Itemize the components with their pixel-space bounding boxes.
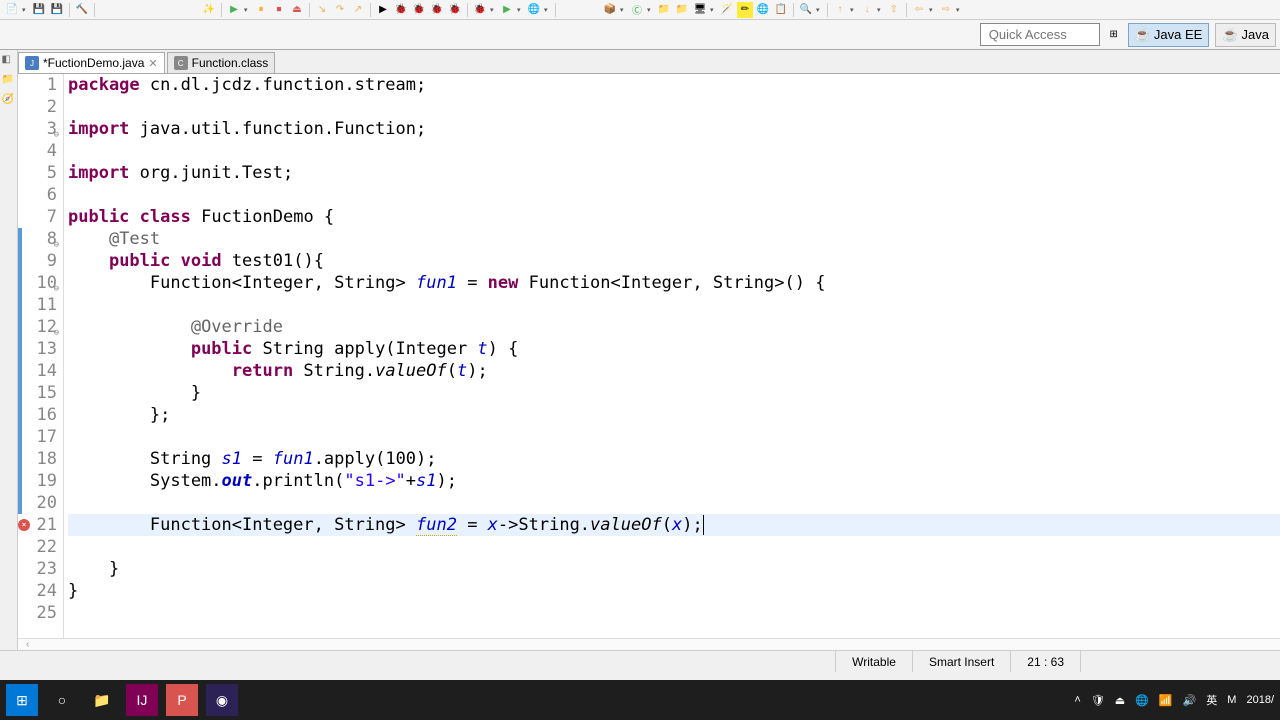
status-insert-mode: Smart Insert xyxy=(912,651,1010,672)
tab-fuctiondemo[interactable]: J *FuctionDemo.java ✕ xyxy=(18,52,165,73)
stop-icon[interactable]: ⏹ xyxy=(271,2,287,18)
tray-network-icon[interactable]: 🌐 xyxy=(1135,694,1149,707)
step-return-icon[interactable]: ↗ xyxy=(350,2,366,18)
external-icon[interactable]: 🌐 xyxy=(526,2,542,18)
run2-icon[interactable]: ▶ xyxy=(499,2,515,18)
windows-taskbar: ⊞ ○ 📁 IJ P ◉ ˄ 🛡 ⏏ 🌐 📶 🔊 英 M 2018/ xyxy=(0,680,1280,720)
fold-icon[interactable]: ⊖ xyxy=(49,124,59,134)
tray-volume-icon[interactable]: 🔊 xyxy=(1183,694,1197,707)
tray-m-icon[interactable]: M xyxy=(1227,694,1236,706)
tray-date[interactable]: 2018/ xyxy=(1246,694,1274,706)
java-ee-icon: ☕ xyxy=(1135,27,1151,43)
search-icon[interactable]: 🔍 xyxy=(798,2,814,18)
highlight-icon[interactable]: ✏ xyxy=(737,2,753,18)
nav-icon[interactable]: 🧭 xyxy=(2,94,16,108)
code-editor[interactable]: 123⊖45678⊖910⊖1112⊖131415161718192021×22… xyxy=(18,74,1280,638)
dropdown-icon[interactable]: ▾ xyxy=(22,2,29,18)
debug4-icon[interactable]: 🐞 xyxy=(447,2,463,18)
run-icon[interactable]: ▶ xyxy=(226,2,242,18)
new-class-icon[interactable]: Ⓒ xyxy=(629,2,645,18)
fold-icon[interactable]: ⊖ xyxy=(49,234,59,244)
doc-icon[interactable]: 📋 xyxy=(773,2,789,18)
disconnect-icon[interactable]: ⏏ xyxy=(289,2,305,18)
code-body[interactable]: package cn.dl.jcdz.function.stream;impor… xyxy=(64,74,1280,638)
folder-icon[interactable]: 📁 xyxy=(656,2,672,18)
perspective-java[interactable]: ☕ Java xyxy=(1215,23,1276,47)
java-file-icon: J xyxy=(25,56,39,70)
fold-icon[interactable]: ⊖ xyxy=(49,278,59,288)
new-pkg-icon[interactable]: 📦 xyxy=(602,2,618,18)
start-button[interactable]: ⊞ xyxy=(6,684,38,716)
left-trim: ◧ 📁 🧭 xyxy=(0,50,18,650)
prev-annot-icon[interactable]: ↑ xyxy=(832,2,848,18)
main-toolbar: 📄▾ 💾 💾 🔨 ✨ ▶▾ ⏸ ⏹ ⏏ ↘ ↷ ↗ ▶ 🐞 🐞 🐞 🐞 🐞▾ ▶… xyxy=(0,0,1280,20)
eclipse-icon[interactable]: ◉ xyxy=(206,684,238,716)
server-icon[interactable]: 🖥 xyxy=(692,2,708,18)
new-icon[interactable]: 📄 xyxy=(4,2,20,18)
up-icon[interactable]: ⇧ xyxy=(886,2,902,18)
java-icon: ☕ xyxy=(1222,27,1238,43)
intellij-icon[interactable]: IJ xyxy=(126,684,158,716)
back-icon[interactable]: ⇦ xyxy=(911,2,927,18)
restore-icon[interactable]: ◧ xyxy=(2,54,16,68)
quick-access-input[interactable] xyxy=(980,23,1100,46)
tab-function-class[interactable]: C Function.class xyxy=(167,52,276,73)
close-icon[interactable]: ✕ xyxy=(148,57,157,70)
tray-usb-icon[interactable]: ⏏ xyxy=(1115,694,1125,707)
wizard-icon[interactable]: 🪄 xyxy=(719,2,735,18)
build-icon[interactable]: 🔨 xyxy=(74,2,90,18)
debug-bug-icon[interactable]: 🐞 xyxy=(393,2,409,18)
status-writable: Writable xyxy=(835,651,912,672)
forward-icon[interactable]: ⇨ xyxy=(938,2,954,18)
pkg-explorer-icon[interactable]: 📁 xyxy=(2,74,16,88)
perspective-bar: ⊞ ☕ Java EE ☕ Java xyxy=(0,20,1280,50)
debug3-icon[interactable]: 🐞 xyxy=(429,2,445,18)
error-marker-icon[interactable]: × xyxy=(18,519,30,531)
open-perspective-icon[interactable]: ⊞ xyxy=(1106,27,1122,43)
editor-tab-bar: J *FuctionDemo.java ✕ C Function.class xyxy=(18,50,1280,74)
browser-icon[interactable]: 🌐 xyxy=(755,2,771,18)
tray-wifi-icon[interactable]: 📶 xyxy=(1159,694,1173,707)
perspective-java-ee[interactable]: ☕ Java EE xyxy=(1128,23,1210,47)
status-bar: Writable Smart Insert 21 : 63 xyxy=(0,650,1280,672)
cortana-icon[interactable]: ○ xyxy=(46,684,78,716)
line-gutter: 123⊖45678⊖910⊖1112⊖131415161718192021×22… xyxy=(18,74,64,638)
horizontal-scrollbar[interactable]: ‹ xyxy=(18,638,1280,650)
next-annot-icon[interactable]: ↓ xyxy=(859,2,875,18)
powerpoint-icon[interactable]: P xyxy=(166,684,198,716)
file-explorer-icon[interactable]: 📁 xyxy=(86,684,118,716)
tray-ime-icon[interactable]: 英 xyxy=(1206,692,1217,708)
status-cursor-pos: 21 : 63 xyxy=(1010,651,1080,672)
debug2-icon[interactable]: 🐞 xyxy=(411,2,427,18)
fold-icon[interactable]: ⊖ xyxy=(49,322,59,332)
save-all-icon[interactable]: 💾 xyxy=(49,2,65,18)
class-file-icon: C xyxy=(174,56,188,70)
wand-icon[interactable]: ✨ xyxy=(201,2,217,18)
step-into-icon[interactable]: ↘ xyxy=(314,2,330,18)
save-icon[interactable]: 💾 xyxy=(31,2,47,18)
tray-chevron-icon[interactable]: ˄ xyxy=(1074,694,1080,706)
pause-icon[interactable]: ⏸ xyxy=(253,2,269,18)
resume-icon[interactable]: ▶ xyxy=(375,2,391,18)
step-over-icon[interactable]: ↷ xyxy=(332,2,348,18)
folder2-icon[interactable]: 📁 xyxy=(674,2,690,18)
tray-app-icon[interactable]: 🛡 xyxy=(1091,694,1105,707)
debug-run-icon[interactable]: 🐞 xyxy=(472,2,488,18)
